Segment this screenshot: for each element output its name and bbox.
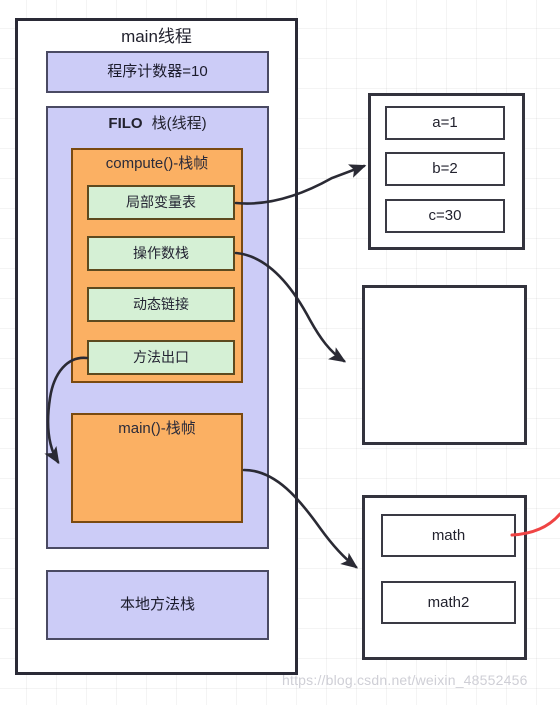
native-method-stack-box: 本地方法栈	[46, 570, 269, 640]
value-entry-b-label: b=2	[432, 160, 458, 178]
diagram-canvas: main线程 程序计数器=10 FILO 栈(线程) compute()-栈帧 局…	[0, 0, 560, 705]
slot-method-exit-label: 方法出口	[133, 349, 189, 366]
main-stack-frame-title: main()-栈帧	[118, 420, 196, 437]
value-entry-b: b=2	[385, 152, 505, 186]
program-counter-box: 程序计数器=10	[46, 51, 269, 93]
value-entry-c-label: c=30	[428, 207, 462, 225]
operand-stack-target-box	[362, 285, 527, 445]
main-stack-frame: main()-栈帧	[71, 413, 243, 523]
slot-operand-stack: 操作数栈	[87, 236, 235, 271]
value-entry-c: c=30	[385, 199, 505, 233]
method-entry-math-label: math	[431, 526, 466, 544]
watermark-text: https://blog.csdn.net/weixin_48552456	[282, 672, 528, 688]
method-entry-math2-label: math2	[427, 593, 470, 611]
program-counter-label: 程序计数器=10	[107, 63, 208, 81]
filo-label: FILO	[108, 115, 143, 132]
jvm-stack-title: FILO 栈(线程)	[48, 115, 267, 132]
slot-method-exit: 方法出口	[87, 340, 235, 375]
slot-dynamic-linking: 动态链接	[87, 287, 235, 322]
main-thread-title: main线程	[121, 27, 192, 46]
slot-local-variable-table-label: 局部变量表	[126, 194, 196, 211]
method-entry-math: math	[381, 514, 516, 557]
value-entry-a-label: a=1	[432, 114, 458, 132]
method-entry-math2: math2	[381, 581, 516, 624]
value-entry-a: a=1	[385, 106, 505, 140]
slot-dynamic-linking-label: 动态链接	[133, 296, 189, 313]
native-method-stack-label: 本地方法栈	[119, 596, 195, 614]
stack-title-label: 栈(线程)	[151, 115, 207, 132]
slot-local-variable-table: 局部变量表	[87, 185, 235, 220]
slot-operand-stack-label: 操作数栈	[133, 245, 189, 262]
compute-stack-frame-title: compute()-栈帧	[105, 155, 209, 172]
